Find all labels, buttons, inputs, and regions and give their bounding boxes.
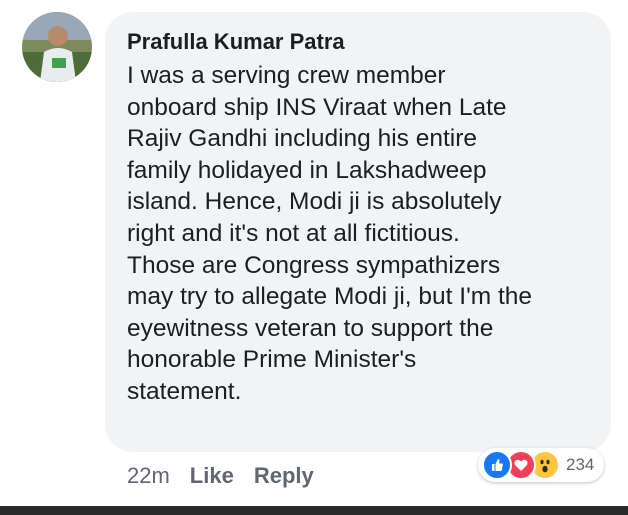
- like-icon: [482, 450, 512, 480]
- reaction-count: 234: [566, 455, 595, 474]
- comment-bubble: Prafulla Kumar Patra I was a serving cre…: [105, 12, 611, 452]
- comment-text: I was a serving crew member onboard ship…: [127, 62, 533, 405]
- reactions-summary[interactable]: 234: [478, 448, 605, 482]
- comment-actions: 22m Like Reply: [127, 462, 314, 490]
- avatar[interactable]: [22, 12, 92, 82]
- comment-timestamp[interactable]: 22m: [127, 462, 170, 490]
- bottom-divider: [0, 506, 628, 515]
- like-button[interactable]: Like: [190, 462, 234, 490]
- reply-button[interactable]: Reply: [254, 462, 314, 490]
- comment-author[interactable]: Prafulla Kumar Patra: [127, 28, 587, 56]
